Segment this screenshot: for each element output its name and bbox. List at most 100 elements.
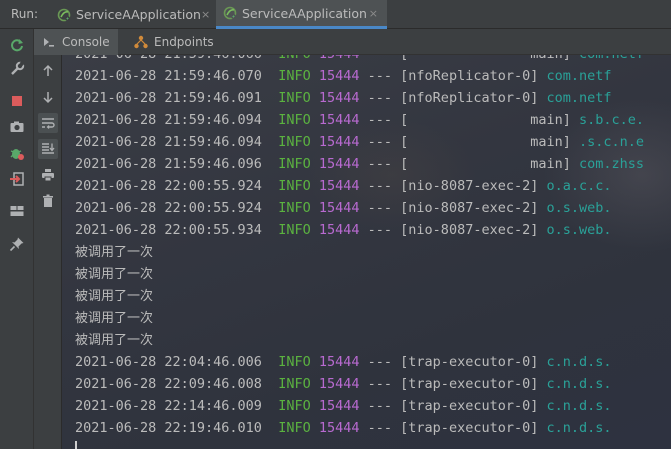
output-text: 被调用了一次 bbox=[75, 333, 154, 348]
log-timestamp: 2021-06-28 21:59:46.070 bbox=[75, 68, 262, 84]
output-line: 被调用了一次 bbox=[75, 241, 644, 263]
log-level: INFO bbox=[278, 68, 311, 84]
print-icon[interactable] bbox=[38, 165, 58, 185]
log-line: 2021-06-28 22:19:46.010 INFO 15444 --- [… bbox=[75, 417, 644, 439]
log-separator: --- bbox=[367, 156, 393, 172]
rerun-icon[interactable] bbox=[9, 37, 25, 53]
log-thread: [ main] bbox=[400, 55, 571, 62]
log-pid: 15444 bbox=[318, 112, 360, 128]
debug-icon[interactable] bbox=[9, 145, 25, 161]
log-logger: com.zhss bbox=[579, 156, 645, 172]
log-thread: [nio-8087-exec-2] bbox=[400, 178, 539, 194]
scroll-down-icon[interactable] bbox=[38, 87, 58, 107]
log-level: INFO bbox=[278, 398, 311, 414]
trash-icon[interactable] bbox=[38, 191, 58, 211]
log-separator: --- bbox=[367, 354, 393, 370]
soft-wrap-icon[interactable] bbox=[38, 113, 58, 133]
spring-boot-icon bbox=[223, 6, 237, 20]
run-tab-label: ServiceAApplication bbox=[242, 5, 367, 21]
log-timestamp: 2021-06-28 21:59:46.096 bbox=[75, 156, 262, 172]
endpoints-icon bbox=[134, 35, 148, 49]
log-separator: --- bbox=[367, 200, 393, 216]
console-lines: 2021-06-28 21:59:46.066 INFO 15444 --- [… bbox=[75, 55, 644, 439]
output-text: 被调用了一次 bbox=[75, 267, 154, 282]
log-pid: 15444 bbox=[318, 420, 360, 436]
log-line: 2021-06-28 22:00:55.934 INFO 15444 --- [… bbox=[75, 219, 644, 241]
log-separator: --- bbox=[368, 55, 392, 62]
run-subtabs: Console Endpoints bbox=[34, 29, 671, 55]
log-pid: 15444 bbox=[318, 156, 360, 172]
log-timestamp: 2021-06-28 22:00:55.934 bbox=[75, 222, 262, 238]
log-line: 2021-06-28 22:00:55.924 INFO 15444 --- [… bbox=[75, 175, 644, 197]
camera-icon[interactable] bbox=[9, 119, 25, 135]
log-line: 2021-06-28 21:59:46.094 INFO 15444 --- [… bbox=[75, 131, 644, 153]
log-line: 2021-06-28 22:04:46.006 INFO 15444 --- [… bbox=[75, 351, 644, 373]
scroll-up-icon[interactable] bbox=[38, 61, 58, 81]
log-thread: [trap-executor-0] bbox=[400, 398, 539, 414]
log-thread: [trap-executor-0] bbox=[400, 376, 539, 392]
log-thread: [nfoReplicator-0] bbox=[400, 68, 539, 84]
log-logger: c.n.d.s. bbox=[546, 398, 612, 414]
log-pid: 15444 bbox=[318, 178, 360, 194]
log-pid: 15444 bbox=[318, 222, 360, 238]
output-text: 被调用了一次 bbox=[75, 311, 154, 326]
log-separator: --- bbox=[367, 68, 393, 84]
output-line: 被调用了一次 bbox=[75, 329, 644, 351]
log-level: INFO bbox=[278, 420, 311, 436]
log-pid: 15444 bbox=[318, 398, 360, 414]
layout-icon[interactable] bbox=[9, 203, 25, 219]
log-level: INFO bbox=[278, 90, 311, 106]
text-caret bbox=[75, 441, 77, 449]
log-line: 2021-06-28 22:09:46.008 INFO 15444 --- [… bbox=[75, 373, 644, 395]
exit-icon[interactable] bbox=[9, 171, 25, 187]
log-pid: 15444 bbox=[318, 354, 360, 370]
log-line: 2021-06-28 22:00:55.924 INFO 15444 --- [… bbox=[75, 197, 644, 219]
log-timestamp: 2021-06-28 22:00:55.924 bbox=[75, 200, 262, 216]
log-level: INFO bbox=[278, 200, 311, 216]
log-pid: 15444 bbox=[318, 68, 360, 84]
log-level: INFO bbox=[278, 134, 311, 150]
run-tab-serviceaapplication-1[interactable]: ServiceAApplication × bbox=[50, 0, 215, 29]
log-timestamp: 2021-06-28 22:14:46.009 bbox=[75, 398, 262, 414]
log-level: INFO bbox=[278, 55, 311, 62]
console-icon bbox=[42, 35, 56, 49]
pin-icon[interactable] bbox=[9, 236, 25, 252]
run-tab-serviceaapplication-2[interactable]: ServiceAApplication × bbox=[216, 0, 387, 29]
spring-boot-icon bbox=[57, 8, 71, 22]
output-line: 被调用了一次 bbox=[75, 263, 644, 285]
log-separator: --- bbox=[367, 420, 393, 436]
log-timestamp: 2021-06-28 22:09:46.008 bbox=[75, 376, 262, 392]
log-thread: [nio-8087-exec-2] bbox=[400, 222, 539, 238]
tab-endpoints[interactable]: Endpoints bbox=[126, 29, 236, 55]
output-text: 被调用了一次 bbox=[75, 245, 154, 260]
log-thread: [ main] bbox=[400, 156, 571, 172]
log-timestamp: 2021-06-28 22:00:55.924 bbox=[75, 178, 262, 194]
output-text: 被调用了一次 bbox=[75, 289, 154, 304]
log-separator: --- bbox=[367, 134, 393, 150]
log-timestamp: 2021-06-28 21:59:46.094 bbox=[75, 112, 262, 128]
log-logger: com.netf bbox=[546, 90, 612, 106]
scroll-to-end-icon[interactable] bbox=[38, 139, 58, 159]
console-output[interactable]: 2021-06-28 21:59:46.066 INFO 15444 --- [… bbox=[62, 55, 671, 449]
log-line: 2021-06-28 21:59:46.094 INFO 15444 --- [… bbox=[75, 109, 644, 131]
wrench-icon[interactable] bbox=[9, 61, 25, 77]
output-line: 被调用了一次 bbox=[75, 307, 644, 329]
log-pid: 15444 bbox=[318, 200, 360, 216]
run-tool-window-header: Run: ServiceAApplication × ServiceAAppli… bbox=[0, 0, 671, 29]
close-icon[interactable]: × bbox=[201, 8, 210, 21]
close-icon[interactable]: × bbox=[369, 7, 378, 20]
log-logger: .s.c.n.e bbox=[579, 134, 645, 150]
stop-icon[interactable] bbox=[9, 93, 25, 109]
log-level: INFO bbox=[278, 354, 311, 370]
log-timestamp: 2021-06-28 22:19:46.010 bbox=[75, 420, 262, 436]
log-logger: o.a.c.c. bbox=[546, 178, 612, 194]
left-run-toolbar bbox=[0, 29, 34, 449]
log-pid: 15444 bbox=[318, 90, 360, 106]
log-timestamp: 2021-06-28 21:59:46.066 bbox=[75, 55, 262, 62]
log-line: 2021-06-28 21:59:46.091 INFO 15444 --- [… bbox=[75, 87, 644, 109]
log-line: 2021-06-28 22:14:46.009 INFO 15444 --- [… bbox=[75, 395, 644, 417]
log-logger: o.s.web. bbox=[546, 200, 612, 216]
log-thread: [trap-executor-0] bbox=[400, 354, 539, 370]
log-separator: --- bbox=[367, 376, 393, 392]
tab-console[interactable]: Console bbox=[34, 29, 118, 55]
